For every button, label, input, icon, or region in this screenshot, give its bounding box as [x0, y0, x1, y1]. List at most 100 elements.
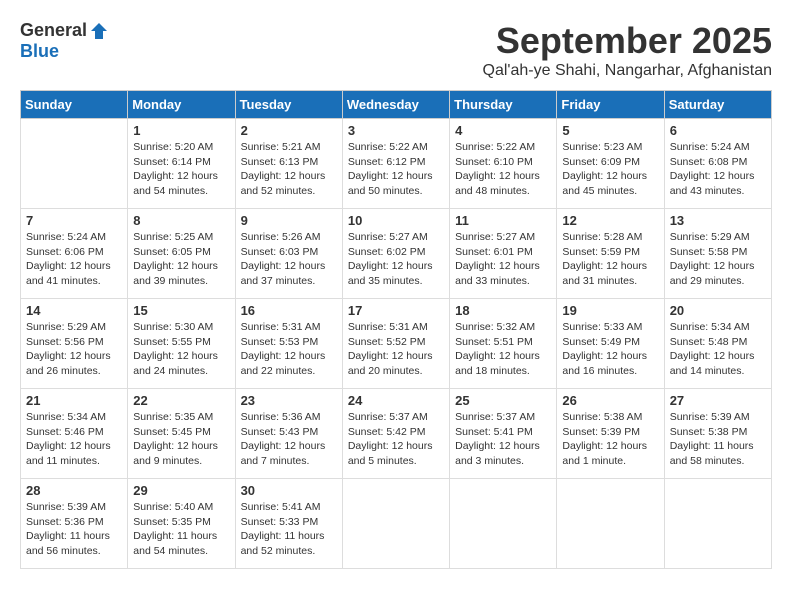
day-number: 16 [241, 303, 337, 318]
calendar-header-row: SundayMondayTuesdayWednesdayThursdayFrid… [21, 91, 772, 119]
calendar-cell: 21 Sunrise: 5:34 AM Sunset: 5:46 PM Dayli… [21, 389, 128, 479]
day-number: 11 [455, 213, 551, 228]
day-number: 30 [241, 483, 337, 498]
day-number: 21 [26, 393, 122, 408]
calendar-cell: 8 Sunrise: 5:25 AM Sunset: 6:05 PM Daylig… [128, 209, 235, 299]
day-info: Sunrise: 5:36 AM Sunset: 5:43 PM Dayligh… [241, 410, 337, 469]
logo-general: General [20, 20, 87, 41]
day-info: Sunrise: 5:40 AM Sunset: 5:35 PM Dayligh… [133, 500, 229, 559]
day-info: Sunrise: 5:33 AM Sunset: 5:49 PM Dayligh… [562, 320, 658, 379]
day-number: 23 [241, 393, 337, 408]
day-number: 17 [348, 303, 444, 318]
calendar-cell: 11 Sunrise: 5:27 AM Sunset: 6:01 PM Dayli… [450, 209, 557, 299]
day-number: 29 [133, 483, 229, 498]
day-info: Sunrise: 5:29 AM Sunset: 5:56 PM Dayligh… [26, 320, 122, 379]
weekday-header: Tuesday [235, 91, 342, 119]
month-title: September 2025 [483, 20, 772, 62]
day-number: 2 [241, 123, 337, 138]
day-info: Sunrise: 5:39 AM Sunset: 5:36 PM Dayligh… [26, 500, 122, 559]
day-number: 12 [562, 213, 658, 228]
day-number: 3 [348, 123, 444, 138]
calendar-cell: 22 Sunrise: 5:35 AM Sunset: 5:45 PM Dayli… [128, 389, 235, 479]
calendar-week-row: 1 Sunrise: 5:20 AM Sunset: 6:14 PM Daylig… [21, 119, 772, 209]
day-info: Sunrise: 5:34 AM Sunset: 5:48 PM Dayligh… [670, 320, 766, 379]
calendar-cell: 19 Sunrise: 5:33 AM Sunset: 5:49 PM Dayli… [557, 299, 664, 389]
day-info: Sunrise: 5:32 AM Sunset: 5:51 PM Dayligh… [455, 320, 551, 379]
calendar-cell: 29 Sunrise: 5:40 AM Sunset: 5:35 PM Dayli… [128, 479, 235, 569]
day-number: 22 [133, 393, 229, 408]
calendar-cell: 13Sunrise: 5:29 AM Sunset: 5:58 PM Dayli… [664, 209, 771, 299]
day-number: 6 [670, 123, 766, 138]
day-number: 20 [670, 303, 766, 318]
day-info: Sunrise: 5:27 AM Sunset: 6:02 PM Dayligh… [348, 230, 444, 289]
calendar-cell: 10 Sunrise: 5:27 AM Sunset: 6:02 PM Dayli… [342, 209, 449, 299]
weekday-header: Sunday [21, 91, 128, 119]
day-number: 18 [455, 303, 551, 318]
day-info: Sunrise: 5:28 AM Sunset: 5:59 PM Dayligh… [562, 230, 658, 289]
calendar-cell: 24 Sunrise: 5:37 AM Sunset: 5:42 PM Dayli… [342, 389, 449, 479]
day-number: 15 [133, 303, 229, 318]
calendar-cell: 14 Sunrise: 5:29 AM Sunset: 5:56 PM Dayli… [21, 299, 128, 389]
title-block: September 2025 Qal'ah-ye Shahi, Nangarha… [483, 20, 772, 80]
day-number: 8 [133, 213, 229, 228]
day-number: 19 [562, 303, 658, 318]
calendar-cell [21, 119, 128, 209]
day-info: Sunrise: 5:31 AM Sunset: 5:53 PM Dayligh… [241, 320, 337, 379]
calendar-cell: 20 Sunrise: 5:34 AM Sunset: 5:48 PM Dayli… [664, 299, 771, 389]
day-number: 10 [348, 213, 444, 228]
calendar-cell: 26 Sunrise: 5:38 AM Sunset: 5:39 PM Dayli… [557, 389, 664, 479]
day-info: Sunrise: 5:37 AM Sunset: 5:42 PM Dayligh… [348, 410, 444, 469]
day-info: Sunrise: 5:38 AM Sunset: 5:39 PM Dayligh… [562, 410, 658, 469]
day-info: Sunrise: 5:30 AM Sunset: 5:55 PM Dayligh… [133, 320, 229, 379]
day-info: Sunrise: 5:27 AM Sunset: 6:01 PM Dayligh… [455, 230, 551, 289]
calendar-cell: 1 Sunrise: 5:20 AM Sunset: 6:14 PM Daylig… [128, 119, 235, 209]
calendar-cell: 4 Sunrise: 5:22 AM Sunset: 6:10 PM Daylig… [450, 119, 557, 209]
calendar-cell [450, 479, 557, 569]
calendar-cell: 3Sunrise: 5:22 AM Sunset: 6:12 PM Daylig… [342, 119, 449, 209]
calendar-cell [557, 479, 664, 569]
day-info: Sunrise: 5:23 AM Sunset: 6:09 PM Dayligh… [562, 140, 658, 199]
logo-blue: Blue [20, 41, 59, 62]
logo-icon [89, 21, 109, 41]
calendar-cell: 18 Sunrise: 5:32 AM Sunset: 5:51 PM Dayli… [450, 299, 557, 389]
day-info: Sunrise: 5:34 AM Sunset: 5:46 PM Dayligh… [26, 410, 122, 469]
day-info: Sunrise: 5:24 AM Sunset: 6:08 PM Dayligh… [670, 140, 766, 199]
weekday-header: Wednesday [342, 91, 449, 119]
weekday-header: Friday [557, 91, 664, 119]
day-number: 28 [26, 483, 122, 498]
day-info: Sunrise: 5:41 AM Sunset: 5:33 PM Dayligh… [241, 500, 337, 559]
location-subtitle: Qal'ah-ye Shahi, Nangarhar, Afghanistan [483, 62, 772, 80]
day-info: Sunrise: 5:37 AM Sunset: 5:41 PM Dayligh… [455, 410, 551, 469]
calendar-cell: 25Sunrise: 5:37 AM Sunset: 5:41 PM Dayli… [450, 389, 557, 479]
page-header: General Blue September 2025 Qal'ah-ye Sh… [20, 20, 772, 80]
calendar-cell [342, 479, 449, 569]
day-number: 26 [562, 393, 658, 408]
day-number: 24 [348, 393, 444, 408]
calendar-cell: 7Sunrise: 5:24 AM Sunset: 6:06 PM Daylig… [21, 209, 128, 299]
calendar-cell: 12 Sunrise: 5:28 AM Sunset: 5:59 PM Dayli… [557, 209, 664, 299]
logo: General Blue [20, 20, 109, 62]
calendar-table: SundayMondayTuesdayWednesdayThursdayFrid… [20, 90, 772, 569]
day-info: Sunrise: 5:20 AM Sunset: 6:14 PM Dayligh… [133, 140, 229, 199]
day-info: Sunrise: 5:22 AM Sunset: 6:10 PM Dayligh… [455, 140, 551, 199]
calendar-cell: 2 Sunrise: 5:21 AM Sunset: 6:13 PM Daylig… [235, 119, 342, 209]
calendar-cell: 6 Sunrise: 5:24 AM Sunset: 6:08 PM Daylig… [664, 119, 771, 209]
weekday-header: Monday [128, 91, 235, 119]
day-info: Sunrise: 5:24 AM Sunset: 6:06 PM Dayligh… [26, 230, 122, 289]
day-info: Sunrise: 5:35 AM Sunset: 5:45 PM Dayligh… [133, 410, 229, 469]
calendar-cell: 9Sunrise: 5:26 AM Sunset: 6:03 PM Daylig… [235, 209, 342, 299]
day-number: 1 [133, 123, 229, 138]
day-number: 14 [26, 303, 122, 318]
day-info: Sunrise: 5:21 AM Sunset: 6:13 PM Dayligh… [241, 140, 337, 199]
day-number: 9 [241, 213, 337, 228]
calendar-cell: 30 Sunrise: 5:41 AM Sunset: 5:33 PM Dayli… [235, 479, 342, 569]
day-number: 4 [455, 123, 551, 138]
calendar-cell: 16 Sunrise: 5:31 AM Sunset: 5:53 PM Dayli… [235, 299, 342, 389]
day-info: Sunrise: 5:31 AM Sunset: 5:52 PM Dayligh… [348, 320, 444, 379]
day-number: 5 [562, 123, 658, 138]
calendar-week-row: 7Sunrise: 5:24 AM Sunset: 6:06 PM Daylig… [21, 209, 772, 299]
calendar-cell: 23 Sunrise: 5:36 AM Sunset: 5:43 PM Dayli… [235, 389, 342, 479]
day-info: Sunrise: 5:25 AM Sunset: 6:05 PM Dayligh… [133, 230, 229, 289]
calendar-week-row: 14 Sunrise: 5:29 AM Sunset: 5:56 PM Dayli… [21, 299, 772, 389]
calendar-cell: 28 Sunrise: 5:39 AM Sunset: 5:36 PM Dayli… [21, 479, 128, 569]
